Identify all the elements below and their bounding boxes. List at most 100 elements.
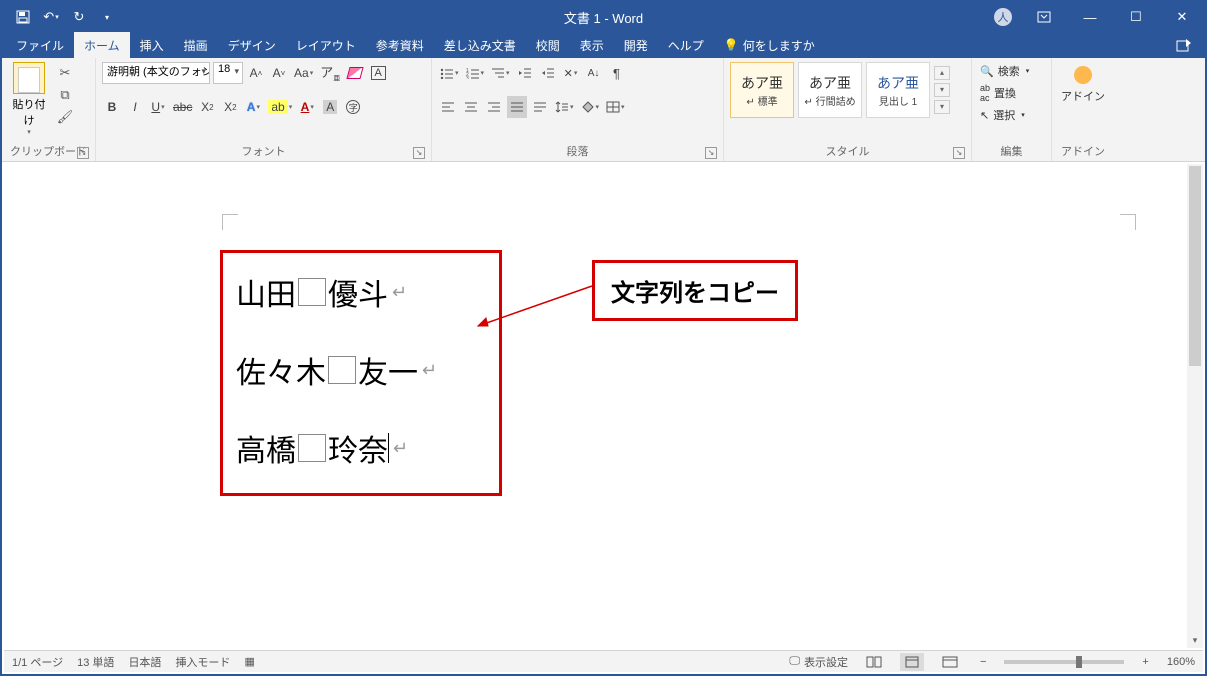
- tab-file[interactable]: ファイル: [6, 32, 74, 58]
- zoom-out-button[interactable]: −: [976, 656, 990, 668]
- tab-review[interactable]: 校閲: [526, 32, 570, 58]
- addin-button[interactable]: アドイン: [1061, 88, 1105, 104]
- styles-down-button[interactable]: ▾: [934, 83, 950, 97]
- text-effects-button[interactable]: A▾: [243, 96, 263, 118]
- zoom-slider[interactable]: [1004, 660, 1124, 664]
- increase-indent-button[interactable]: [538, 62, 558, 84]
- find-button[interactable]: 🔍検索▾: [978, 62, 1031, 80]
- redo-button[interactable]: ↻: [66, 4, 92, 30]
- style-heading1[interactable]: あア亜 見出し 1: [866, 62, 930, 118]
- tab-layout[interactable]: レイアウト: [286, 32, 366, 58]
- grow-font-button[interactable]: A˄: [246, 62, 266, 84]
- shading-button[interactable]: ▾: [579, 96, 602, 118]
- align-center-button[interactable]: [461, 96, 481, 118]
- bullets-button[interactable]: ▾: [438, 62, 461, 84]
- justify-button[interactable]: [507, 96, 527, 118]
- copy-button[interactable]: ⧉: [56, 86, 74, 104]
- zoom-slider-handle[interactable]: [1076, 656, 1082, 668]
- character-border-button[interactable]: A: [368, 62, 388, 84]
- line-spacing-button[interactable]: ▾: [553, 96, 576, 118]
- font-name-combo[interactable]: 游明朝 (本文のフォン: [102, 62, 210, 84]
- tell-me[interactable]: 💡 何をしますか: [714, 32, 825, 58]
- font-launcher[interactable]: ↘: [413, 147, 425, 159]
- word-count[interactable]: 13 単語: [77, 654, 114, 670]
- text-cursor: [388, 433, 389, 463]
- replace-button[interactable]: abac置換: [978, 82, 1031, 104]
- tab-developer[interactable]: 開発: [614, 32, 658, 58]
- text-line-2[interactable]: 佐々木友一↵: [236, 348, 437, 392]
- language-indicator[interactable]: 日本語: [128, 654, 161, 670]
- display-settings[interactable]: 🖵表示設定: [789, 654, 848, 670]
- style-normal[interactable]: あア亜 ↵ 標準: [730, 62, 794, 118]
- show-marks-button[interactable]: ¶: [607, 62, 627, 84]
- distributed-button[interactable]: [530, 96, 550, 118]
- font-label: フォント: [242, 146, 286, 158]
- document-area[interactable]: [4, 164, 1187, 648]
- enclose-characters-button[interactable]: 字: [343, 96, 363, 118]
- asian-layout-button[interactable]: ✕▾: [561, 62, 581, 84]
- read-mode-button[interactable]: [862, 653, 886, 671]
- clipboard-launcher[interactable]: ↘: [77, 147, 89, 159]
- vertical-scrollbar[interactable]: ▴ ▾: [1187, 164, 1203, 648]
- tab-home[interactable]: ホーム: [74, 32, 130, 58]
- maximize-button[interactable]: ☐: [1113, 2, 1159, 32]
- font-size-combo[interactable]: 18: [213, 62, 243, 84]
- align-left-button[interactable]: [438, 96, 458, 118]
- change-case-button[interactable]: Aa▾: [292, 62, 315, 84]
- multilevel-list-button[interactable]: ▾: [489, 62, 512, 84]
- phonetic-guide-button[interactable]: ア亜: [318, 62, 342, 84]
- web-layout-button[interactable]: [938, 653, 962, 671]
- italic-button[interactable]: I: [125, 96, 145, 118]
- subscript-button[interactable]: X2: [197, 96, 217, 118]
- tab-design[interactable]: デザイン: [218, 32, 286, 58]
- strikethrough-button[interactable]: abc: [171, 96, 194, 118]
- zoom-in-button[interactable]: +: [1138, 656, 1152, 668]
- format-painter-button[interactable]: 🖌: [56, 108, 74, 126]
- paragraph-launcher[interactable]: ↘: [705, 147, 717, 159]
- superscript-button[interactable]: X2: [220, 96, 240, 118]
- tab-view[interactable]: 表示: [570, 32, 614, 58]
- qat-customize-button[interactable]: ▾: [94, 4, 120, 30]
- character-shading-button[interactable]: A: [320, 96, 340, 118]
- align-right-button[interactable]: [484, 96, 504, 118]
- scroll-thumb[interactable]: [1189, 166, 1201, 366]
- insert-mode[interactable]: 挿入モード: [175, 654, 230, 670]
- highlight-button[interactable]: ab▾: [266, 96, 294, 118]
- scroll-down-button[interactable]: ▾: [1187, 632, 1203, 648]
- select-button[interactable]: ↖選択▾: [978, 106, 1031, 124]
- borders-button[interactable]: ▾: [604, 96, 627, 118]
- style-no-spacing[interactable]: あア亜 ↵ 行間詰め: [798, 62, 862, 118]
- tab-insert[interactable]: 挿入: [130, 32, 174, 58]
- print-layout-button[interactable]: [900, 653, 924, 671]
- share-button[interactable]: [1169, 32, 1199, 58]
- macro-record-icon[interactable]: ▦: [244, 655, 254, 668]
- tab-references[interactable]: 参考資料: [366, 32, 434, 58]
- save-button[interactable]: [10, 4, 36, 30]
- undo-button[interactable]: ↶▾: [38, 4, 64, 30]
- close-button[interactable]: ✕: [1159, 2, 1205, 32]
- shrink-font-button[interactable]: A˅: [269, 62, 289, 84]
- underline-button[interactable]: U▾: [148, 96, 168, 118]
- tab-draw[interactable]: 描画: [174, 32, 218, 58]
- styles-more-button[interactable]: ▾: [934, 100, 950, 114]
- space-mark: [298, 434, 326, 462]
- styles-up-button[interactable]: ▴: [934, 66, 950, 80]
- ribbon-options-button[interactable]: [1021, 2, 1067, 32]
- text-line-3[interactable]: 高橋玲奈↵: [236, 426, 408, 470]
- numbering-button[interactable]: 123▾: [464, 62, 487, 84]
- tab-mailings[interactable]: 差し込み文書: [434, 32, 526, 58]
- tab-help[interactable]: ヘルプ: [658, 32, 714, 58]
- paste-button[interactable]: 貼り付け ▾: [8, 62, 50, 136]
- font-color-button[interactable]: A▾: [297, 96, 317, 118]
- cut-button[interactable]: ✂: [56, 64, 74, 82]
- styles-launcher[interactable]: ↘: [953, 147, 965, 159]
- sort-button[interactable]: A↓: [584, 62, 604, 84]
- page-indicator[interactable]: 1/1 ページ: [12, 654, 63, 670]
- text-line-1[interactable]: 山田優斗↵: [236, 270, 407, 314]
- zoom-level[interactable]: 160%: [1167, 656, 1195, 668]
- account-button[interactable]: 人: [985, 2, 1021, 32]
- minimize-button[interactable]: —: [1067, 2, 1113, 32]
- clear-formatting-button[interactable]: [345, 62, 365, 84]
- decrease-indent-button[interactable]: [515, 62, 535, 84]
- bold-button[interactable]: B: [102, 96, 122, 118]
